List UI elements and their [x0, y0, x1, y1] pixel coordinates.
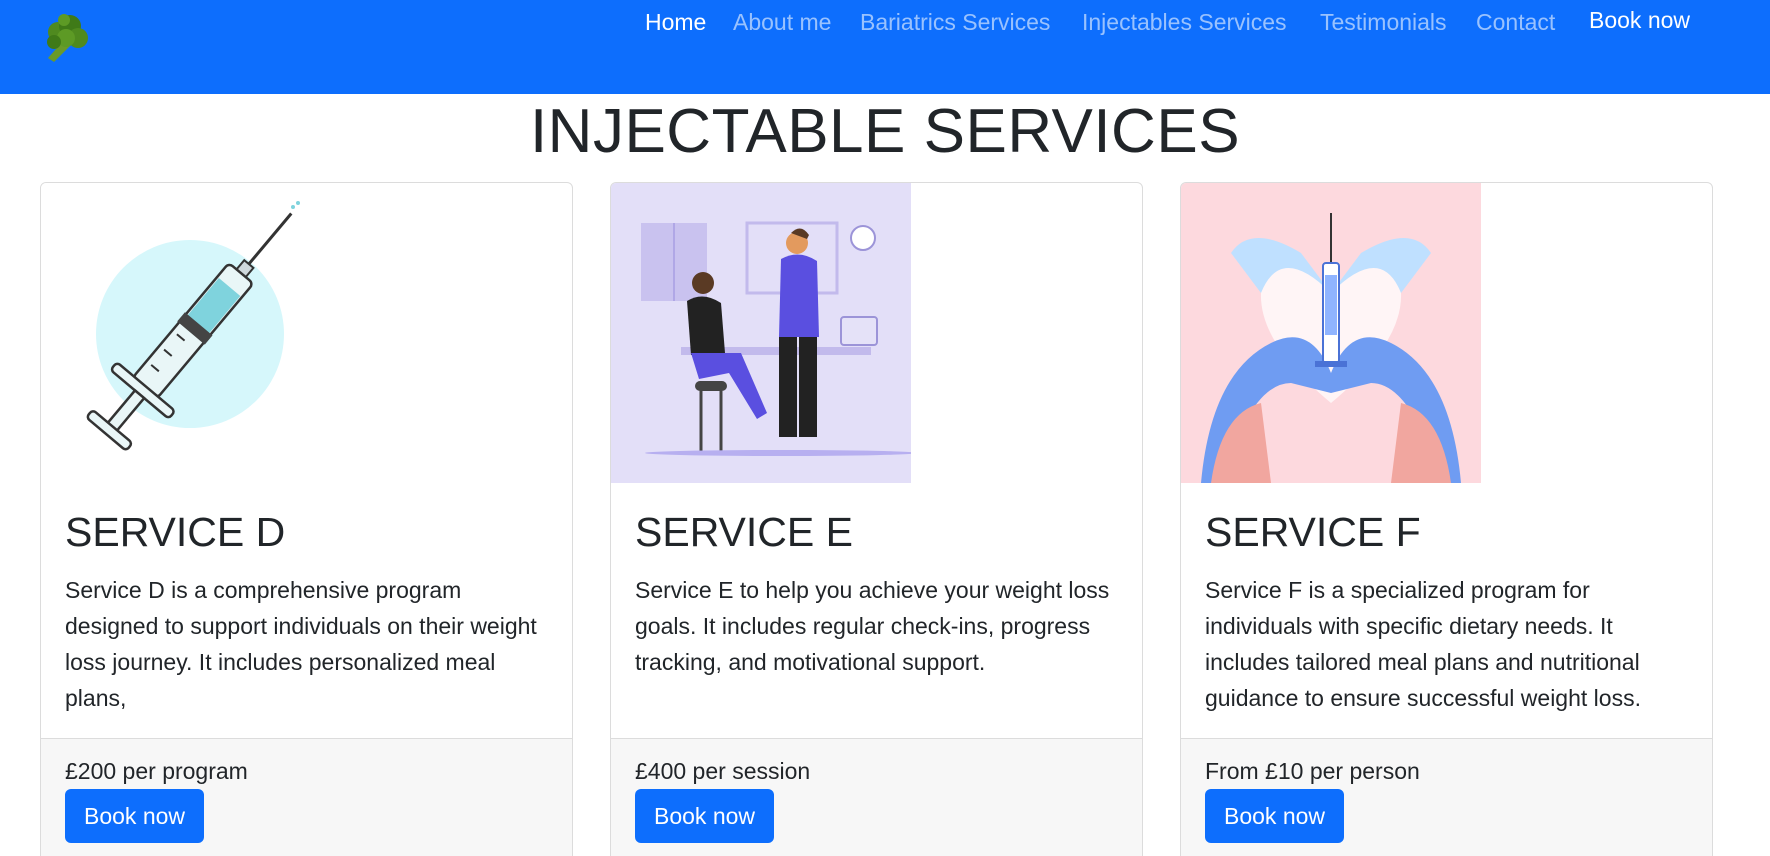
card-footer: £200 per program Book now	[41, 738, 572, 856]
card-price: £200 per program	[65, 758, 248, 784]
nav-book-now-link[interactable]: Book now	[1589, 7, 1690, 34]
nav-link-bariatrics-services[interactable]: Bariatrics Services	[860, 9, 1050, 36]
book-now-button[interactable]: Book now	[65, 789, 205, 843]
card-title: SERVICE E	[635, 509, 853, 555]
book-now-button[interactable]: Book now	[635, 789, 775, 843]
top-navbar: Home About me Bariatrics Services Inject…	[0, 0, 1770, 94]
card-footer: From £10 per person Book now	[1181, 738, 1712, 856]
nav-link-contact[interactable]: Contact	[1476, 9, 1555, 36]
service-card-d: SERVICE D Service D is a comprehensive p…	[40, 182, 573, 856]
card-title: SERVICE F	[1205, 509, 1421, 555]
nav-link-home[interactable]: Home	[645, 9, 706, 36]
service-card-f: SERVICE F Service F is a specialized pro…	[1180, 182, 1713, 856]
card-description: Service F is a specialized program for i…	[1205, 577, 1641, 711]
card-description: Service D is a comprehensive program des…	[65, 577, 537, 711]
nav-link-injectables-services[interactable]: Injectables Services	[1082, 9, 1287, 36]
card-title: SERVICE D	[65, 509, 286, 555]
card-description: Service E to help you achieve your weigh…	[635, 577, 1110, 675]
clinic-injection-illustration-icon	[611, 183, 917, 483]
service-card-e: SERVICE E Service E to help you achieve …	[610, 182, 1143, 856]
card-price: £400 per session	[635, 758, 811, 784]
page-title: INJECTABLE SERVICES	[529, 97, 1241, 166]
card-footer: £400 per session Book now	[611, 738, 1142, 856]
gloved-hands-heart-syringe-illustration-icon	[1181, 183, 1481, 483]
syringe-illustration-icon	[41, 183, 341, 483]
broccoli-logo-icon[interactable]	[38, 12, 94, 62]
nav-link-testimonials[interactable]: Testimonials	[1320, 9, 1447, 36]
nav-link-about-me[interactable]: About me	[733, 9, 831, 36]
card-price: From £10 per person	[1205, 758, 1420, 784]
book-now-button[interactable]: Book now	[1205, 789, 1345, 843]
